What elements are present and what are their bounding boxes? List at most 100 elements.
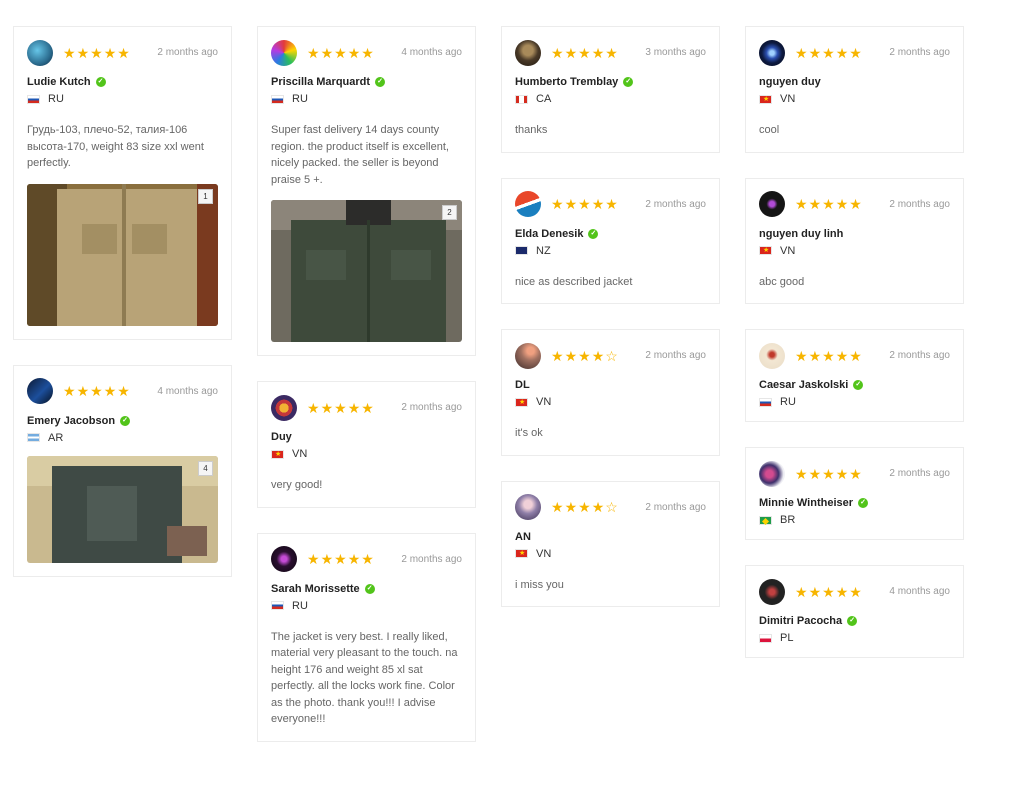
photo-count-badge: 4 <box>198 460 213 476</box>
avatar[interactable] <box>271 394 297 421</box>
reviews-column-4: ★★★★★ 2 months ago nguyen duy VN cool ★★… <box>745 26 964 742</box>
star-icon: ★ <box>591 499 605 515</box>
avatar[interactable] <box>759 460 785 487</box>
rating-stars: ★ ★ ★ ★ ☆ <box>551 500 618 514</box>
country-code: RU <box>48 93 64 105</box>
star-icon: ★ <box>808 196 822 212</box>
flag-icon <box>271 601 284 610</box>
star-icon: ★ <box>361 44 374 61</box>
review-photo[interactable]: 4 <box>27 455 218 563</box>
reviewer-name: Dimitri Pacocha ✓ <box>759 615 950 627</box>
jacket-photo-image <box>271 200 462 342</box>
review-header: ★ ★ ★ ★ ★ 2 months ago <box>271 546 462 573</box>
review-header: ★ ★ ★ ★ ★ 4 months ago <box>759 578 950 605</box>
avatar[interactable] <box>759 342 785 369</box>
star-icon: ★ <box>361 551 374 567</box>
avatar[interactable] <box>515 39 541 66</box>
review-text: The jacket is very best. I really liked,… <box>271 630 458 726</box>
reviewer-name-text: nguyen duy <box>759 76 821 88</box>
review-header: ★ ★ ★ ★ ★ 2 months ago <box>759 342 950 369</box>
review-card: ★ ★ ★ ★ ★ 3 months ago Humberto Tremblay ✓ CA… <box>501 26 720 153</box>
reviewer-name: Elda Denesik ✓ <box>515 228 706 240</box>
flag-icon <box>515 246 528 255</box>
reviewer-country: NZ <box>515 245 706 257</box>
country-code: VN <box>536 547 552 560</box>
avatar[interactable] <box>27 378 53 404</box>
star-icon: ★ <box>347 44 361 61</box>
avatar[interactable] <box>271 546 297 572</box>
avatar[interactable] <box>27 39 53 66</box>
reviewer-name-text: Emery Jacobson <box>27 414 116 427</box>
reviewer-name: Emery Jacobson ✓ <box>27 415 218 427</box>
review-header: ★ ★ ★ ★ ★ 2 months ago <box>759 460 950 487</box>
rating-stars: ★ ★ ★ ★ ★ <box>795 197 862 211</box>
reviewer-country: AR <box>27 432 218 444</box>
review-text: Super fast delivery 14 days county regio… <box>271 124 449 186</box>
review-header: ★ ★ ★ ★ ★ 4 months ago <box>271 39 462 66</box>
review-card: ★ ★ ★ ★ ★ 2 months ago Minnie Wintheiser ✓ BR <box>745 447 964 540</box>
star-icon: ★ <box>347 551 361 567</box>
reviews-column-3: ★ ★ ★ ★ ★ 3 months ago Humberto Tremblay ✓ CA… <box>501 26 720 742</box>
star-icon: ★ <box>849 347 862 364</box>
review-text: abc good <box>759 275 805 288</box>
review-card: ★ ★ ★ ★ ★ 2 months ago Ludie Kutch ✓ RU Грудь… <box>13 26 232 340</box>
avatar[interactable] <box>271 39 297 66</box>
jacket-photo-image <box>27 455 218 563</box>
avatar[interactable] <box>759 578 785 605</box>
avatar[interactable] <box>759 191 785 217</box>
review-card: ★ ★ ★ ★ ★ 4 months ago Emery Jacobson ✓ AR 4 <box>13 364 232 577</box>
reviewer-country: VN <box>759 93 950 105</box>
verified-check-icon: ✓ <box>364 583 375 594</box>
reviewer-country: RU <box>271 93 462 105</box>
reviewer-country: RU <box>27 93 218 105</box>
avatar[interactable] <box>515 494 541 520</box>
star-icon: ★ <box>849 196 862 212</box>
star-icon: ★ <box>835 465 849 482</box>
reviewer-name: Humberto Tremblay ✓ <box>515 76 706 88</box>
review-date: 2 months ago <box>401 553 462 565</box>
review-photo[interactable]: 1 <box>27 183 218 326</box>
reviewer-name-text: Ludie Kutch <box>27 76 91 88</box>
star-icon: ★ <box>307 551 320 567</box>
star-icon: ★ <box>795 465 808 482</box>
reviewer-name: Sarah Morissette ✓ <box>271 583 462 595</box>
country-code: VN <box>536 396 552 408</box>
country-code: AR <box>48 431 64 444</box>
review-date: 2 months ago <box>889 198 950 210</box>
country-code: VN <box>780 93 796 105</box>
star-icon: ★ <box>808 44 822 61</box>
star-icon: ★ <box>578 347 591 364</box>
reviewer-country: VN <box>271 448 462 460</box>
verified-check-icon: ✓ <box>120 415 131 426</box>
star-icon: ★ <box>808 465 822 482</box>
reviewer-name: nguyen duy linh <box>759 228 950 240</box>
reviewer-name: DL <box>515 379 706 391</box>
reviewer-name-text: Sarah Morissette <box>271 582 360 595</box>
avatar[interactable] <box>759 39 785 66</box>
review-card: ★★★★☆ 2 months ago DL VN it's ok <box>501 329 720 456</box>
flag-icon <box>271 449 284 459</box>
star-icon: ★ <box>578 44 591 61</box>
avatar[interactable] <box>515 342 541 369</box>
review-date: 2 months ago <box>889 350 950 361</box>
review-date: 2 months ago <box>645 198 706 210</box>
star-icon: ★ <box>578 499 591 515</box>
star-icon: ★ <box>334 551 347 567</box>
star-icon: ★ <box>591 196 605 212</box>
star-icon: ★ <box>835 583 849 600</box>
review-date: 2 months ago <box>157 47 218 58</box>
star-icon: ★ <box>361 399 374 416</box>
review-text: cool <box>759 124 780 136</box>
reviewer-name-text: Dimitri Pacocha <box>759 615 843 627</box>
verified-check-icon: ✓ <box>858 498 869 508</box>
star-icon: ★ <box>564 196 578 212</box>
star-icon: ★ <box>307 399 320 416</box>
verified-check-icon: ✓ <box>623 77 634 87</box>
review-date: 4 months ago <box>401 47 462 58</box>
star-icon: ★ <box>849 44 862 61</box>
avatar[interactable] <box>515 191 541 217</box>
review-photo[interactable]: 2 <box>271 200 462 342</box>
flag-icon <box>27 433 40 442</box>
review-date: 2 months ago <box>401 402 462 413</box>
star-icon: ★ <box>564 44 578 61</box>
